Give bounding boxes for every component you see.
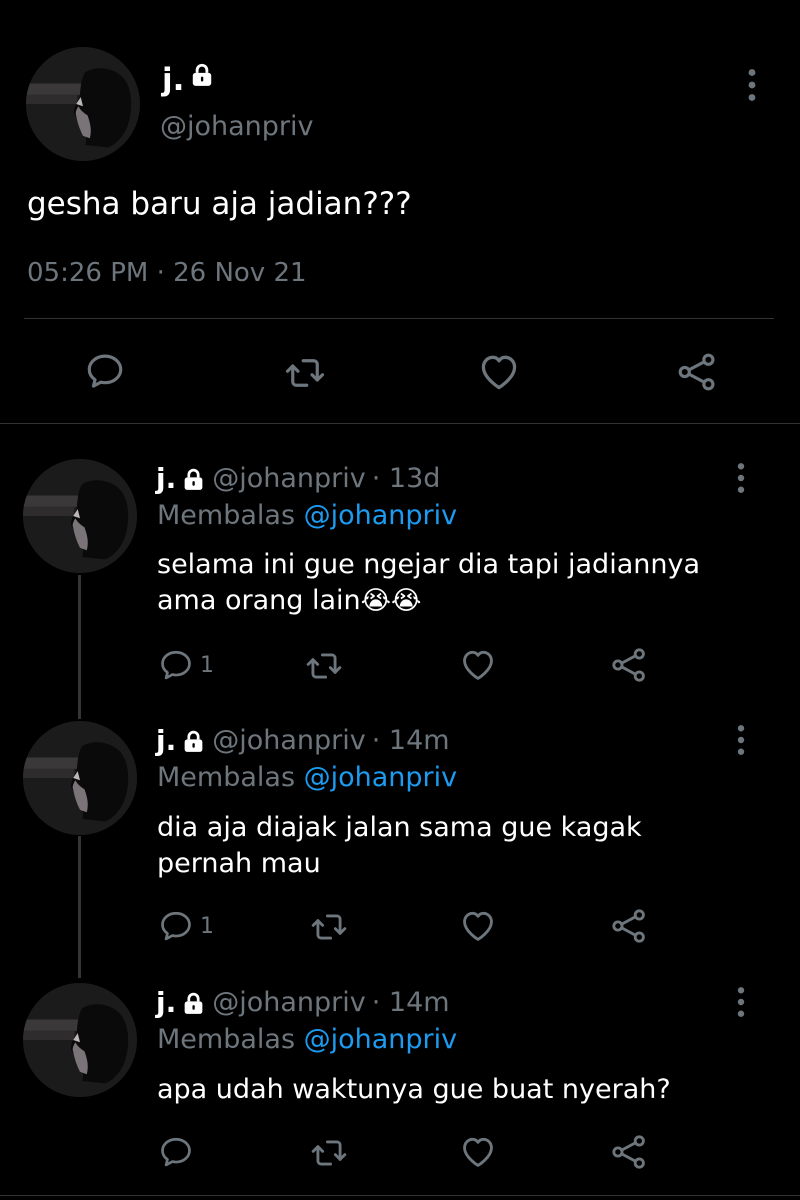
reply-header: j. @johanpriv · 14m: [156, 986, 450, 1020]
handle[interactable]: @johanpriv: [212, 724, 366, 758]
thread-line: [78, 575, 81, 719]
reply-icon: [158, 1134, 194, 1170]
replying-to-link[interactable]: @johanpriv: [304, 500, 458, 531]
reply-text-line: dia aja diajak jalan sama gue kagak: [157, 812, 642, 843]
reply-icon[interactable]: [84, 350, 126, 392]
heart-icon[interactable]: [459, 1133, 497, 1171]
reply-count: 1: [200, 913, 214, 939]
reply-header: j. @johanpriv · 13d: [156, 462, 440, 496]
heart-icon[interactable]: [477, 350, 521, 394]
share-icon[interactable]: [676, 351, 718, 393]
reply-time[interactable]: · 14m: [372, 724, 450, 758]
avatar[interactable]: [23, 983, 137, 1097]
reply-text-line: ama orang lain: [157, 585, 361, 616]
retweet-icon[interactable]: [305, 647, 343, 685]
replying-label: Membalas: [157, 762, 296, 793]
replying-to-link[interactable]: @johanpriv: [304, 1024, 458, 1055]
retweet-icon[interactable]: [284, 352, 326, 394]
display-name[interactable]: j.: [162, 62, 184, 98]
lock-icon: [181, 729, 206, 754]
tweet-timestamp[interactable]: 05:26 PM · 26 Nov 21: [27, 256, 307, 290]
handle[interactable]: @johanpriv: [160, 110, 314, 144]
reply-button[interactable]: [158, 1134, 200, 1170]
reply-icon: [158, 908, 194, 944]
replying-label: Membalas: [157, 1024, 296, 1055]
display-name[interactable]: j.: [156, 724, 176, 758]
heart-icon[interactable]: [459, 646, 497, 684]
more-vertical-icon[interactable]: [734, 462, 748, 494]
reply-text-line: pernah mau: [157, 848, 321, 879]
share-icon[interactable]: [610, 646, 648, 684]
reply-time[interactable]: · 14m: [372, 986, 450, 1020]
replying-to: Membalas @johanpriv: [157, 499, 457, 533]
reply-button[interactable]: 1: [158, 647, 214, 683]
avatar-image: [26, 47, 140, 161]
avatar[interactable]: [23, 721, 137, 835]
replying-to: Membalas @johanpriv: [157, 761, 457, 795]
handle[interactable]: @johanpriv: [212, 986, 366, 1020]
reply-text-line: selama ini gue ngejar dia tapi jadiannya: [157, 549, 700, 580]
thread-line: [78, 836, 81, 978]
retweet-icon[interactable]: [310, 1134, 348, 1172]
avatar[interactable]: [23, 459, 137, 573]
lock-icon: [181, 991, 206, 1016]
reply-text-line: ama orang lain😭😭: [157, 583, 737, 619]
divider: [0, 1195, 800, 1196]
divider: [24, 318, 774, 319]
lock-icon: [181, 467, 206, 492]
divider: [0, 423, 800, 424]
reply-text: dia aja diajak jalan sama gue kagak pern…: [157, 810, 737, 882]
avatar-image: [23, 721, 137, 835]
emoji: 😭😭: [360, 586, 422, 616]
replying-to: Membalas @johanpriv: [157, 1023, 457, 1057]
share-icon[interactable]: [610, 907, 648, 945]
reply-header: j. @johanpriv · 14m: [156, 724, 450, 758]
display-name[interactable]: j.: [156, 462, 176, 496]
reply-count: 1: [200, 652, 214, 678]
more-vertical-icon[interactable]: [745, 68, 759, 102]
reply-time[interactable]: · 13d: [372, 462, 441, 496]
avatar[interactable]: [26, 47, 140, 161]
handle[interactable]: @johanpriv: [212, 462, 366, 496]
reply-text: apa udah waktunya gue buat nyerah?: [157, 1072, 737, 1108]
reply-text-line: apa udah waktunya gue buat nyerah?: [157, 1074, 671, 1105]
reply-text: selama ini gue ngejar dia tapi jadiannya…: [157, 547, 737, 619]
reply-icon: [158, 647, 194, 683]
tweet-text: gesha baru aja jadian???: [27, 186, 412, 222]
heart-icon[interactable]: [459, 907, 497, 945]
reply-button[interactable]: 1: [158, 908, 214, 944]
retweet-icon[interactable]: [310, 908, 348, 946]
avatar-image: [23, 983, 137, 1097]
replying-label: Membalas: [157, 500, 296, 531]
avatar-image: [23, 459, 137, 573]
more-vertical-icon[interactable]: [734, 724, 748, 756]
display-name[interactable]: j.: [156, 986, 176, 1020]
share-icon[interactable]: [610, 1133, 648, 1171]
replying-to-link[interactable]: @johanpriv: [304, 762, 458, 793]
more-vertical-icon[interactable]: [734, 986, 748, 1018]
lock-icon: [189, 62, 215, 88]
